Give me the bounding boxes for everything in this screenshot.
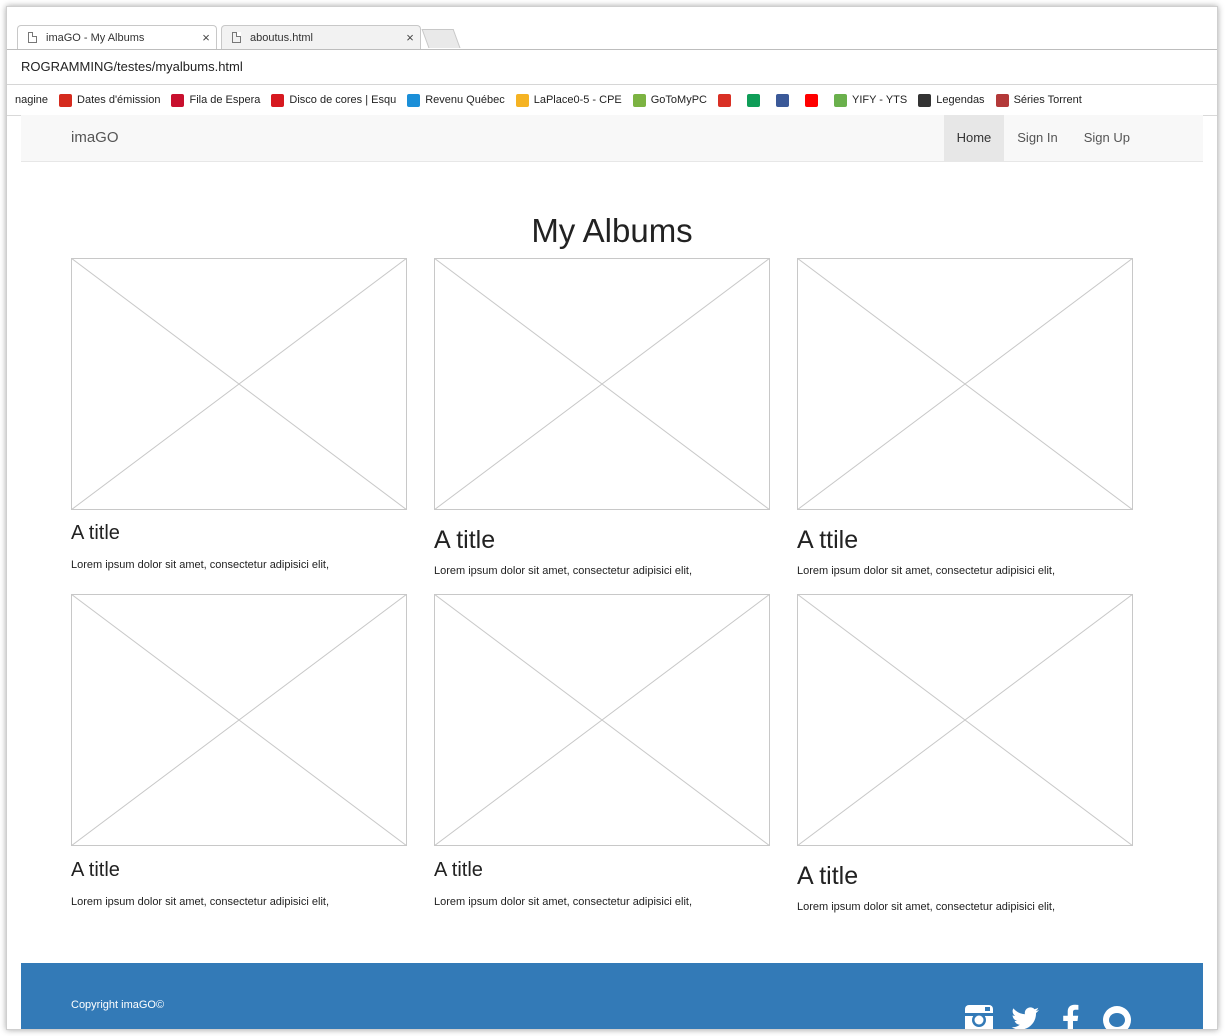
- bookmark-favicon-icon: [918, 93, 932, 107]
- bookmark-item[interactable]: nagine: [15, 94, 48, 106]
- album-title: A title: [71, 859, 120, 881]
- bookmark-favicon-icon: [271, 93, 285, 107]
- bookmark-label: Séries Torrent: [1013, 94, 1082, 106]
- bookmark-favicon-icon: [407, 93, 421, 107]
- address-bar[interactable]: ROGRAMMING/testes/myalbums.html: [7, 50, 1217, 85]
- bookmark-favicon-icon: [59, 93, 73, 107]
- album-title: A title: [797, 862, 859, 890]
- footer: Copyright imaGO©: [21, 963, 1203, 1030]
- bookmark-label: Fila de Espera: [189, 94, 261, 106]
- album-title: A title: [434, 859, 483, 881]
- bookmark-favicon-icon: [171, 93, 185, 107]
- album-title: A ttile: [797, 526, 859, 554]
- album-description: Lorem ipsum dolor sit amet, consectetur …: [71, 896, 329, 908]
- bookmark-favicon-icon: [632, 93, 646, 107]
- album-card[interactable]: [797, 258, 1133, 510]
- nav-home[interactable]: Home: [943, 115, 1005, 161]
- social-links: [963, 1003, 1133, 1030]
- bookmarks-bar: nagine Dates d'émission Fila de Espera Disc…: [7, 85, 1217, 116]
- bookmark-item[interactable]: Legendas: [918, 93, 985, 107]
- brand-link[interactable]: imaGO: [71, 115, 119, 161]
- tab-bar: imaGO - My Albums × aboutus.html ×: [7, 7, 1217, 50]
- tab-label: imaGO - My Albums: [46, 31, 145, 44]
- bookmark-favicon-icon: [995, 93, 1009, 107]
- album-description: Lorem ipsum dolor sit amet, consectetur …: [434, 565, 692, 577]
- bookmark-favicon-icon: [834, 93, 847, 107]
- album-description: Lorem ipsum dolor sit amet, consectetur …: [797, 565, 1055, 577]
- tab-aboutus[interactable]: aboutus.html ×: [221, 25, 421, 49]
- bookmark-favicon-icon: [776, 93, 789, 107]
- album-description: Lorem ipsum dolor sit amet, consectetur …: [797, 901, 1055, 913]
- bookmark-label: Dates d'émission: [77, 94, 161, 106]
- album-card[interactable]: [434, 594, 770, 846]
- instagram-icon[interactable]: [963, 1003, 995, 1030]
- bookmark-label: Disco de cores | Esqu: [289, 94, 397, 106]
- bookmark-item[interactable]: GoToMyPC: [632, 93, 707, 107]
- bookmark-favicon-icon: [805, 93, 818, 107]
- bookmark-item[interactable]: [805, 93, 823, 107]
- bookmark-item[interactable]: Revenu Québec: [407, 93, 505, 107]
- browser-window: imaGO - My Albums × aboutus.html × ROGRA…: [6, 6, 1218, 1030]
- album-card[interactable]: [71, 258, 407, 510]
- album-card[interactable]: [434, 258, 770, 510]
- bookmark-item[interactable]: Disco de cores | Esqu: [271, 93, 397, 107]
- bookmark-item[interactable]: Dates d'émission: [59, 93, 161, 107]
- nav-links: Home Sign In Sign Up: [943, 115, 1143, 161]
- copyright-text: Copyright imaGO©: [71, 999, 165, 1011]
- bookmark-item[interactable]: YIFY - YTS: [834, 93, 908, 107]
- bookmark-item[interactable]: [718, 93, 736, 107]
- nav-sign-up[interactable]: Sign Up: [1071, 115, 1143, 161]
- bookmark-label: Legendas: [936, 94, 985, 106]
- bookmark-label: Revenu Québec: [425, 94, 505, 106]
- image-placeholder[interactable]: [71, 258, 407, 510]
- image-placeholder[interactable]: [71, 594, 407, 846]
- album-description: Lorem ipsum dolor sit amet, consectetur …: [434, 896, 692, 908]
- site-navbar: imaGO Home Sign In Sign Up: [21, 115, 1203, 162]
- bookmark-item[interactable]: Fila de Espera: [171, 93, 261, 107]
- document-icon: [232, 32, 241, 43]
- album-title: A title: [71, 522, 120, 544]
- image-placeholder[interactable]: [797, 594, 1133, 846]
- album-title: A title: [434, 526, 496, 554]
- bookmark-item[interactable]: LaPlace0-5 - CPE: [515, 93, 622, 107]
- album-description: Lorem ipsum dolor sit amet, consectetur …: [71, 559, 329, 571]
- tab-my-albums[interactable]: imaGO - My Albums ×: [17, 25, 217, 49]
- album-card[interactable]: [71, 594, 407, 846]
- close-tab-icon[interactable]: ×: [400, 30, 420, 45]
- bookmark-favicon-icon: [515, 93, 529, 107]
- twitter-icon[interactable]: [1009, 1003, 1041, 1030]
- bookmark-favicon-icon: [747, 93, 760, 107]
- close-tab-icon[interactable]: ×: [196, 30, 216, 45]
- github-icon[interactable]: [1101, 1003, 1133, 1030]
- page-title: My Albums: [531, 212, 693, 249]
- document-icon: [28, 32, 37, 43]
- bookmark-label: nagine: [15, 94, 49, 106]
- new-tab-button[interactable]: [421, 29, 461, 48]
- bookmark-item[interactable]: [776, 93, 794, 107]
- facebook-icon[interactable]: [1055, 1003, 1087, 1030]
- image-placeholder[interactable]: [434, 258, 770, 510]
- nav-sign-in[interactable]: Sign In: [1004, 115, 1070, 161]
- bookmark-label: LaPlace0-5 - CPE: [533, 94, 622, 106]
- tab-label: aboutus.html: [250, 31, 313, 44]
- bookmark-item[interactable]: Séries Torrent: [995, 93, 1082, 107]
- image-placeholder[interactable]: [434, 594, 770, 846]
- image-placeholder[interactable]: [797, 258, 1133, 510]
- album-card[interactable]: [797, 594, 1133, 846]
- bookmark-favicon-icon: [718, 93, 731, 107]
- bookmark-label: GoToMyPC: [650, 94, 707, 106]
- bookmark-item[interactable]: [747, 93, 765, 107]
- bookmark-label: YIFY - YTS: [852, 94, 908, 106]
